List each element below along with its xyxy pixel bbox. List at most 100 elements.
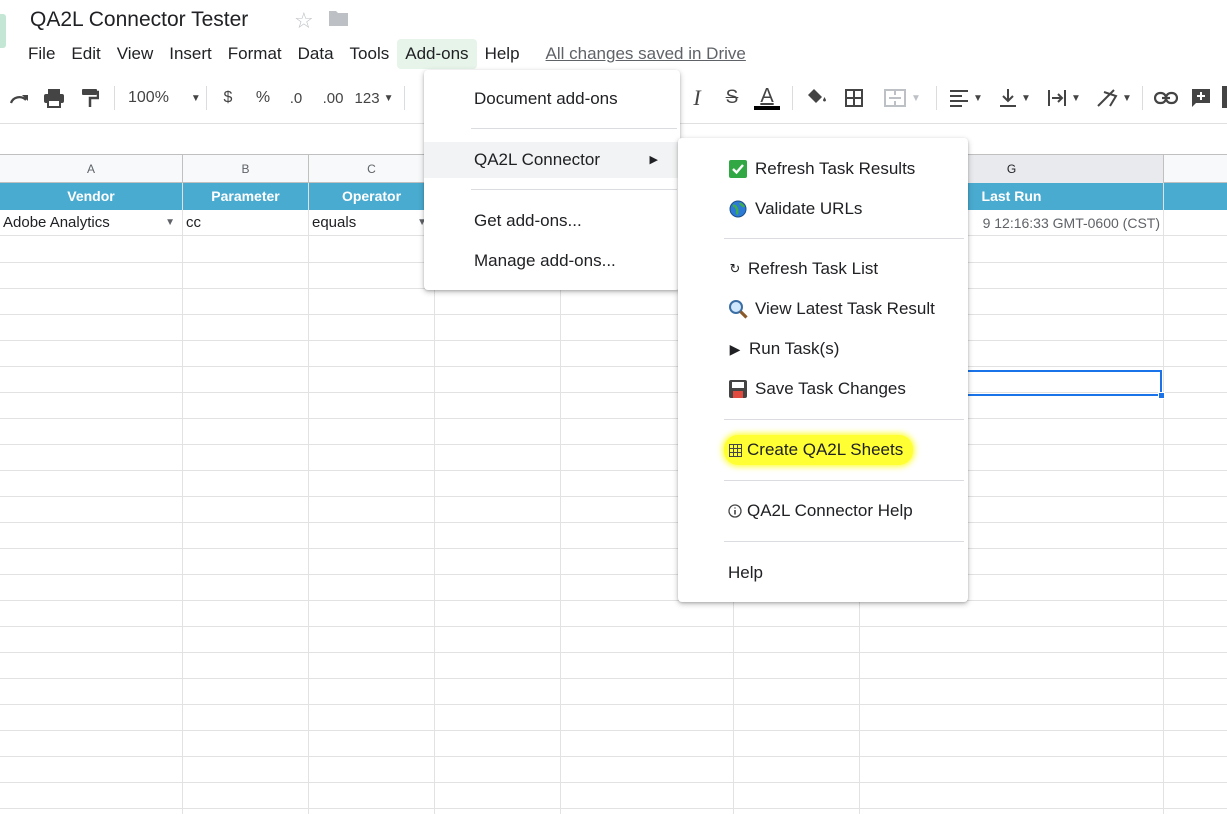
fill-color-icon[interactable] bbox=[804, 86, 828, 110]
column-header-b[interactable]: B bbox=[183, 155, 309, 183]
dropdown-arrow-icon[interactable]: ▼ bbox=[165, 210, 175, 236]
menu-item-create-qa2l-sheets[interactable]: Create QA2L Sheets bbox=[724, 435, 914, 465]
fill-handle[interactable] bbox=[1158, 392, 1165, 399]
row-line bbox=[0, 496, 1227, 497]
header-cell-vendor[interactable]: Vendor bbox=[0, 183, 183, 210]
checkmark-box-icon bbox=[728, 159, 748, 179]
menu-item-help[interactable]: Help bbox=[728, 558, 763, 588]
cell-vendor-value: Adobe Analytics bbox=[3, 214, 110, 231]
increase-decimal-button[interactable]: .00 bbox=[320, 86, 346, 110]
menu-divider bbox=[724, 419, 964, 420]
cell-vendor[interactable]: Adobe Analytics ▼ bbox=[0, 210, 183, 236]
menu-item-qa2l-connector-help[interactable]: QA2L Connector Help bbox=[728, 496, 913, 526]
menu-item-label: Refresh Task Results bbox=[755, 159, 916, 178]
document-title[interactable]: QA2L Connector Tester bbox=[30, 8, 248, 32]
percent-format-button[interactable]: % bbox=[254, 86, 272, 110]
table-icon bbox=[728, 440, 742, 460]
menu-item-refresh-task-list[interactable]: ↻ Refresh Task List bbox=[728, 254, 879, 284]
currency-format-button[interactable]: $ bbox=[220, 86, 236, 110]
row-line bbox=[0, 314, 1227, 315]
menu-edit[interactable]: Edit bbox=[63, 39, 108, 69]
valign-bottom-icon[interactable]: ▼ bbox=[996, 86, 1034, 110]
text-wrap-icon[interactable]: ▼ bbox=[1044, 86, 1084, 110]
addons-dropdown-menu: Document add-ons QA2L Connector ▶ Get ad… bbox=[424, 70, 680, 290]
qa2l-connector-submenu: Refresh Task Results Validate URLs ↻ Ref… bbox=[678, 138, 968, 602]
chevron-down-icon: ▼ bbox=[383, 92, 394, 104]
row-line bbox=[0, 730, 1227, 731]
folder-icon[interactable] bbox=[328, 9, 349, 31]
row-line bbox=[0, 366, 1227, 367]
cell-parameter[interactable]: cc bbox=[183, 210, 309, 236]
row-line bbox=[0, 808, 1227, 809]
menu-item-refresh-task-results[interactable]: Refresh Task Results bbox=[728, 154, 915, 184]
star-icon[interactable]: ☆ bbox=[294, 9, 314, 33]
align-left-icon[interactable]: ▼ bbox=[946, 86, 986, 110]
menu-view[interactable]: View bbox=[109, 39, 162, 69]
decrease-decimal-button[interactable]: .0 bbox=[285, 86, 307, 110]
column-line bbox=[182, 183, 183, 814]
menu-bar: File Edit View Insert Format Data Tools … bbox=[20, 38, 746, 70]
menu-data[interactable]: Data bbox=[290, 39, 342, 69]
header-cell-parameter[interactable]: Parameter bbox=[183, 183, 309, 210]
info-icon bbox=[728, 501, 742, 521]
column-line bbox=[308, 183, 309, 814]
link-icon[interactable] bbox=[1154, 86, 1178, 110]
row-line bbox=[0, 418, 1227, 419]
menu-item-qa2l-connector[interactable]: QA2L Connector ▶ bbox=[424, 142, 680, 178]
save-status-link[interactable]: All changes saved in Drive bbox=[546, 44, 746, 64]
menu-item-qa2l-connector-label: QA2L Connector bbox=[474, 150, 600, 169]
cell-operator[interactable]: equals ▼ bbox=[309, 210, 435, 236]
header-cell[interactable] bbox=[1164, 183, 1227, 210]
menu-item-label: Run Task(s) bbox=[749, 339, 840, 358]
more-toolbar-icon[interactable] bbox=[1222, 86, 1227, 108]
italic-icon[interactable]: I bbox=[688, 85, 706, 110]
column-header-h[interactable] bbox=[1164, 155, 1227, 183]
row-line bbox=[0, 782, 1227, 783]
column-header-a[interactable]: A bbox=[0, 155, 183, 183]
menu-file[interactable]: File bbox=[20, 39, 63, 69]
menu-help[interactable]: Help bbox=[477, 39, 528, 69]
menu-item-run-tasks[interactable]: ▶ Run Task(s) bbox=[728, 334, 840, 364]
menu-item-manage-addons[interactable]: Manage add-ons... bbox=[424, 243, 680, 279]
zoom-select[interactable]: 100% ▼ bbox=[128, 86, 201, 110]
row-line bbox=[0, 704, 1227, 705]
redo-icon[interactable] bbox=[8, 86, 32, 110]
menu-tools[interactable]: Tools bbox=[342, 39, 398, 69]
toolbar-divider bbox=[936, 86, 937, 110]
menu-addons[interactable]: Add-ons bbox=[397, 39, 477, 69]
cell-operator-value: equals bbox=[312, 214, 357, 231]
more-formats-label: 123 bbox=[354, 89, 380, 107]
menu-item-save-task-changes[interactable]: Save Task Changes bbox=[728, 374, 906, 404]
insert-comment-icon[interactable] bbox=[1190, 86, 1212, 110]
borders-icon[interactable] bbox=[842, 86, 866, 110]
more-formats-button[interactable]: 123 ▼ bbox=[353, 86, 395, 110]
menu-item-label: QA2L Connector Help bbox=[747, 501, 913, 520]
column-header-c[interactable]: C bbox=[309, 155, 435, 183]
row-line bbox=[0, 626, 1227, 627]
row-line bbox=[0, 522, 1227, 523]
menu-divider bbox=[724, 238, 964, 239]
menu-item-get-addons[interactable]: Get add-ons... bbox=[424, 203, 680, 239]
row-line bbox=[0, 574, 1227, 575]
text-color-icon[interactable]: A bbox=[754, 86, 780, 110]
sheets-logo[interactable] bbox=[0, 14, 6, 48]
toolbar-divider bbox=[1142, 86, 1143, 110]
header-cell-operator[interactable]: Operator bbox=[309, 183, 435, 210]
strikethrough-icon[interactable]: S bbox=[722, 86, 742, 110]
merge-cells-icon[interactable]: ▼ bbox=[878, 86, 926, 110]
chevron-down-icon: ▼ bbox=[1021, 92, 1031, 104]
paint-format-icon[interactable] bbox=[78, 86, 102, 110]
menu-format[interactable]: Format bbox=[220, 39, 290, 69]
menu-insert[interactable]: Insert bbox=[161, 39, 220, 69]
menu-item-label: Create QA2L Sheets bbox=[747, 440, 904, 459]
row-line bbox=[0, 600, 1227, 601]
text-rotate-icon[interactable]: ▼ bbox=[1094, 86, 1134, 110]
menu-item-document-addons[interactable]: Document add-ons bbox=[424, 81, 680, 117]
menu-item-validate-urls[interactable]: Validate URLs bbox=[728, 194, 862, 224]
row-line bbox=[0, 340, 1227, 341]
menu-divider bbox=[724, 541, 964, 542]
menu-item-view-latest-task-result[interactable]: View Latest Task Result bbox=[728, 294, 935, 324]
row-line bbox=[0, 678, 1227, 679]
chevron-down-icon: ▼ bbox=[1122, 92, 1132, 104]
print-icon[interactable] bbox=[42, 86, 66, 110]
